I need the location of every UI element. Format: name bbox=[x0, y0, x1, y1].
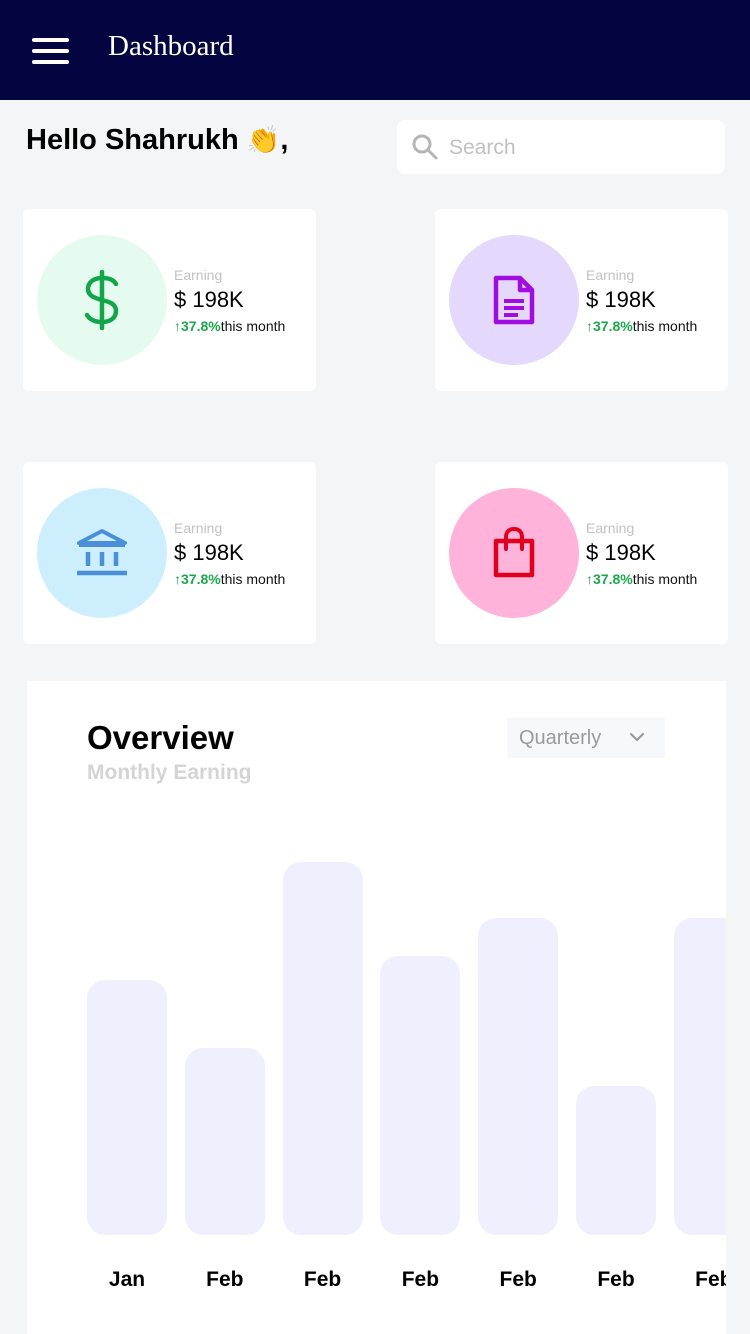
page-title: Dashboard bbox=[108, 30, 234, 62]
card-amount: $ 198K bbox=[586, 540, 656, 565]
dropdown-value: Quarterly bbox=[519, 727, 602, 749]
overview-subtitle: Monthly Earning bbox=[87, 761, 252, 784]
card-trend: ↑37.8%this month bbox=[586, 571, 697, 587]
chart-bar bbox=[478, 918, 559, 1235]
search-input[interactable] bbox=[447, 132, 711, 164]
top-app-bar: Dashboard bbox=[0, 0, 750, 100]
greeting-suffix: , bbox=[280, 124, 289, 156]
chart-x-label: Feb bbox=[206, 1268, 244, 1291]
card-icon-circle bbox=[37, 488, 167, 618]
trend-percentage: ↑37.8% bbox=[586, 571, 633, 587]
document-icon bbox=[493, 275, 535, 325]
chart-bar bbox=[380, 956, 461, 1235]
overview-panel: Overview Monthly Earning Quarterly Jan Fe… bbox=[27, 681, 726, 1334]
overview-title: Overview bbox=[87, 719, 234, 756]
card-trend: ↑37.8%this month bbox=[174, 571, 285, 587]
greeting: Hello Shahrukh 👏, bbox=[26, 124, 288, 157]
card-icon-circle bbox=[449, 235, 579, 365]
trend-period: this month bbox=[632, 318, 698, 334]
chart-bar bbox=[87, 980, 167, 1235]
stat-card-earning[interactable]: Earning $ 198K ↑37.8%this month bbox=[435, 462, 728, 644]
dollar-icon bbox=[84, 269, 119, 331]
chart-bar bbox=[184, 1048, 265, 1235]
chart-x-label: Feb bbox=[499, 1268, 537, 1291]
trend-period: this month bbox=[632, 571, 698, 587]
chart-bar bbox=[673, 918, 726, 1235]
card-label: Earning bbox=[174, 267, 223, 283]
trend-percentage: ↑37.8% bbox=[174, 571, 221, 587]
card-icon-circle bbox=[449, 488, 579, 618]
card-amount: $ 198K bbox=[174, 287, 244, 312]
hamburger-menu-icon[interactable] bbox=[32, 38, 69, 64]
chart-x-label: Jan bbox=[108, 1268, 146, 1291]
menu-line bbox=[32, 49, 69, 53]
stat-card-earning[interactable]: Earning $ 198K ↑37.8%this month bbox=[23, 209, 316, 391]
chart-x-label: Feb bbox=[401, 1268, 440, 1291]
trend-period: this month bbox=[220, 571, 286, 587]
stat-card-earning[interactable]: Earning $ 198K ↑37.8%this month bbox=[23, 462, 316, 644]
period-dropdown[interactable]: Quarterly bbox=[507, 718, 665, 758]
trend-percentage: ↑37.8% bbox=[586, 318, 633, 334]
card-trend: ↑37.8%this month bbox=[174, 318, 285, 334]
trend-period: this month bbox=[220, 318, 286, 334]
bank-icon bbox=[77, 529, 127, 576]
search-icon bbox=[412, 134, 438, 160]
trend-percentage: ↑37.8% bbox=[174, 318, 221, 334]
chart-x-label: Feb bbox=[695, 1268, 726, 1291]
menu-line bbox=[32, 60, 69, 64]
stat-card-earning[interactable]: Earning $ 198K ↑37.8%this month bbox=[435, 209, 728, 391]
card-amount: $ 198K bbox=[586, 287, 656, 312]
card-label: Earning bbox=[174, 520, 223, 536]
card-icon-circle bbox=[37, 235, 167, 365]
search-box[interactable] bbox=[397, 120, 725, 174]
card-label: Earning bbox=[586, 267, 635, 283]
card-label: Earning bbox=[586, 520, 635, 536]
menu-line bbox=[32, 38, 69, 42]
chart-bar bbox=[576, 1086, 656, 1235]
clapping-hands-icon: 👏 bbox=[246, 125, 281, 155]
chart-bar bbox=[282, 862, 363, 1235]
card-amount: $ 198K bbox=[174, 540, 244, 565]
shopping-bag-icon bbox=[493, 527, 535, 578]
greeting-text: Hello Shahrukh bbox=[26, 124, 239, 156]
chart-x-label: Feb bbox=[303, 1268, 342, 1291]
chevron-down-icon bbox=[629, 732, 645, 742]
card-trend: ↑37.8%this month bbox=[586, 318, 697, 334]
chart-x-label: Feb bbox=[597, 1268, 635, 1291]
